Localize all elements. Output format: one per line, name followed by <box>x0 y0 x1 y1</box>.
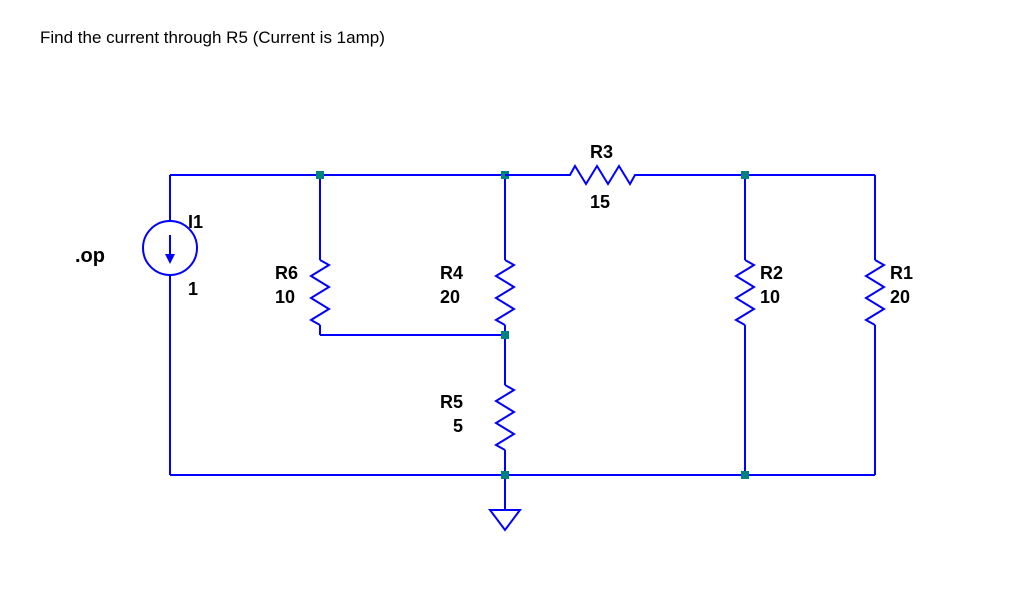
label-R5: R5 <box>440 392 463 412</box>
value-R6: 10 <box>275 287 295 307</box>
value-R5: 5 <box>453 416 463 436</box>
value-I1: 1 <box>188 279 198 299</box>
label-R4: R4 <box>440 263 463 283</box>
value-R1: 20 <box>890 287 910 307</box>
circuit-schematic: I1 1 R6 10 R4 20 R5 5 R3 15 R2 10 R1 20 … <box>0 0 1026 608</box>
label-R2: R2 <box>760 263 783 283</box>
resistor-R2 <box>736 260 754 325</box>
resistor-R5 <box>496 385 514 450</box>
label-R6: R6 <box>275 263 298 283</box>
resistor-R4 <box>496 260 514 325</box>
value-R3: 15 <box>590 192 610 212</box>
ground-symbol <box>490 510 520 530</box>
junction-nodes <box>316 171 749 479</box>
value-R2: 10 <box>760 287 780 307</box>
label-R3: R3 <box>590 142 613 162</box>
resistor-R6 <box>311 260 329 325</box>
wires <box>170 175 875 510</box>
spice-directive: .op <box>75 245 105 267</box>
label-R1: R1 <box>890 263 913 283</box>
label-I1: I1 <box>188 212 203 232</box>
resistor-R3 <box>505 166 700 184</box>
resistor-R1 <box>866 260 884 325</box>
value-R4: 20 <box>440 287 460 307</box>
